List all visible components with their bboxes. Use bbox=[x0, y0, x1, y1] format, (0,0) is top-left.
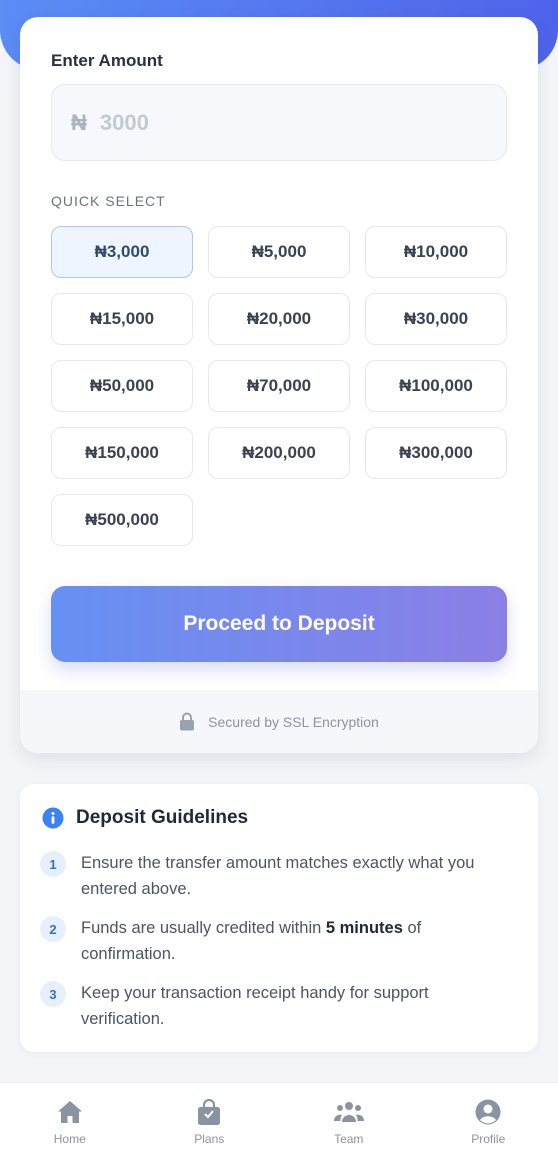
nav-item-team[interactable]: Team bbox=[279, 1083, 419, 1158]
quick-select-chip[interactable]: ₦150,000 bbox=[51, 427, 193, 479]
nav-item-home[interactable]: Home bbox=[0, 1083, 140, 1158]
guideline-number: 2 bbox=[40, 916, 66, 942]
shopping-bag-icon bbox=[197, 1098, 221, 1126]
guidelines-title: Deposit Guidelines bbox=[76, 807, 249, 828]
deposit-page: Enter Amount ₦ QUICK SELECT ₦3,000 ₦5,00… bbox=[0, 0, 558, 1158]
guideline-item: 3 Keep your transaction receipt handy fo… bbox=[40, 980, 520, 1032]
guideline-number: 1 bbox=[40, 851, 66, 877]
proceed-to-deposit-button[interactable]: Proceed to Deposit bbox=[51, 586, 507, 662]
currency-symbol: ₦ bbox=[71, 109, 87, 135]
guideline-item: 1 Ensure the transfer amount matches exa… bbox=[40, 850, 520, 902]
quick-select-chip[interactable]: ₦10,000 bbox=[365, 226, 507, 278]
quick-select-grid: ₦3,000 ₦5,000 ₦10,000 ₦15,000 ₦20,000 ₦3… bbox=[51, 226, 507, 546]
bottom-navigation: Home Plans Team Profile bbox=[0, 1082, 558, 1158]
guideline-item: 2 Funds are usually credited within 5 mi… bbox=[40, 915, 520, 967]
guideline-text: Funds are usually credited within 5 minu… bbox=[81, 915, 511, 967]
profile-icon bbox=[475, 1098, 501, 1126]
secure-text: Secured by SSL Encryption bbox=[208, 713, 379, 730]
info-icon bbox=[42, 807, 64, 829]
guidelines-header: Deposit Guidelines bbox=[42, 807, 248, 829]
nav-item-profile[interactable]: Profile bbox=[419, 1083, 558, 1158]
guideline-text: Keep your transaction receipt handy for … bbox=[81, 984, 429, 1028]
deposit-guidelines-card: Deposit Guidelines 1 Ensure the transfer… bbox=[20, 784, 538, 1052]
nav-label: Profile bbox=[471, 1132, 506, 1146]
quick-select-chip[interactable]: ₦50,000 bbox=[51, 360, 193, 412]
quick-select-chip[interactable]: ₦500,000 bbox=[51, 494, 193, 546]
guideline-text-part: Funds are usually credited within bbox=[81, 919, 326, 937]
amount-input[interactable] bbox=[99, 109, 420, 136]
quick-select-chip[interactable]: ₦300,000 bbox=[365, 427, 507, 479]
quick-select-chip[interactable]: ₦70,000 bbox=[208, 360, 350, 412]
amount-label: Enter Amount bbox=[51, 51, 163, 70]
team-icon bbox=[333, 1098, 364, 1126]
nav-item-plans[interactable]: Plans bbox=[140, 1083, 280, 1158]
quick-select-chip[interactable]: ₦200,000 bbox=[208, 427, 350, 479]
quick-select-chip[interactable]: ₦15,000 bbox=[51, 293, 193, 345]
quick-select-chip[interactable]: ₦100,000 bbox=[365, 360, 507, 412]
quick-select-chip[interactable]: ₦30,000 bbox=[365, 293, 507, 345]
nav-label: Plans bbox=[194, 1132, 225, 1146]
guideline-text-bold: 5 minutes bbox=[325, 919, 403, 937]
quick-select-chip[interactable]: ₦5,000 bbox=[208, 226, 350, 278]
secure-footer: Secured by SSL Encryption bbox=[20, 690, 538, 753]
nav-label: Home bbox=[53, 1132, 86, 1146]
home-icon bbox=[57, 1098, 83, 1126]
quick-select-chip[interactable]: ₦3,000 bbox=[51, 226, 193, 278]
guideline-text: Ensure the transfer amount matches exact… bbox=[81, 854, 475, 898]
deposit-card: Enter Amount ₦ QUICK SELECT ₦3,000 ₦5,00… bbox=[20, 17, 538, 753]
nav-label: Team bbox=[334, 1132, 364, 1146]
quick-select-chip[interactable]: ₦20,000 bbox=[208, 293, 350, 345]
guideline-number: 3 bbox=[40, 981, 66, 1007]
quick-select-label: QUICK SELECT bbox=[51, 193, 166, 209]
amount-field[interactable]: ₦ bbox=[51, 84, 507, 161]
lock-icon bbox=[179, 712, 195, 731]
